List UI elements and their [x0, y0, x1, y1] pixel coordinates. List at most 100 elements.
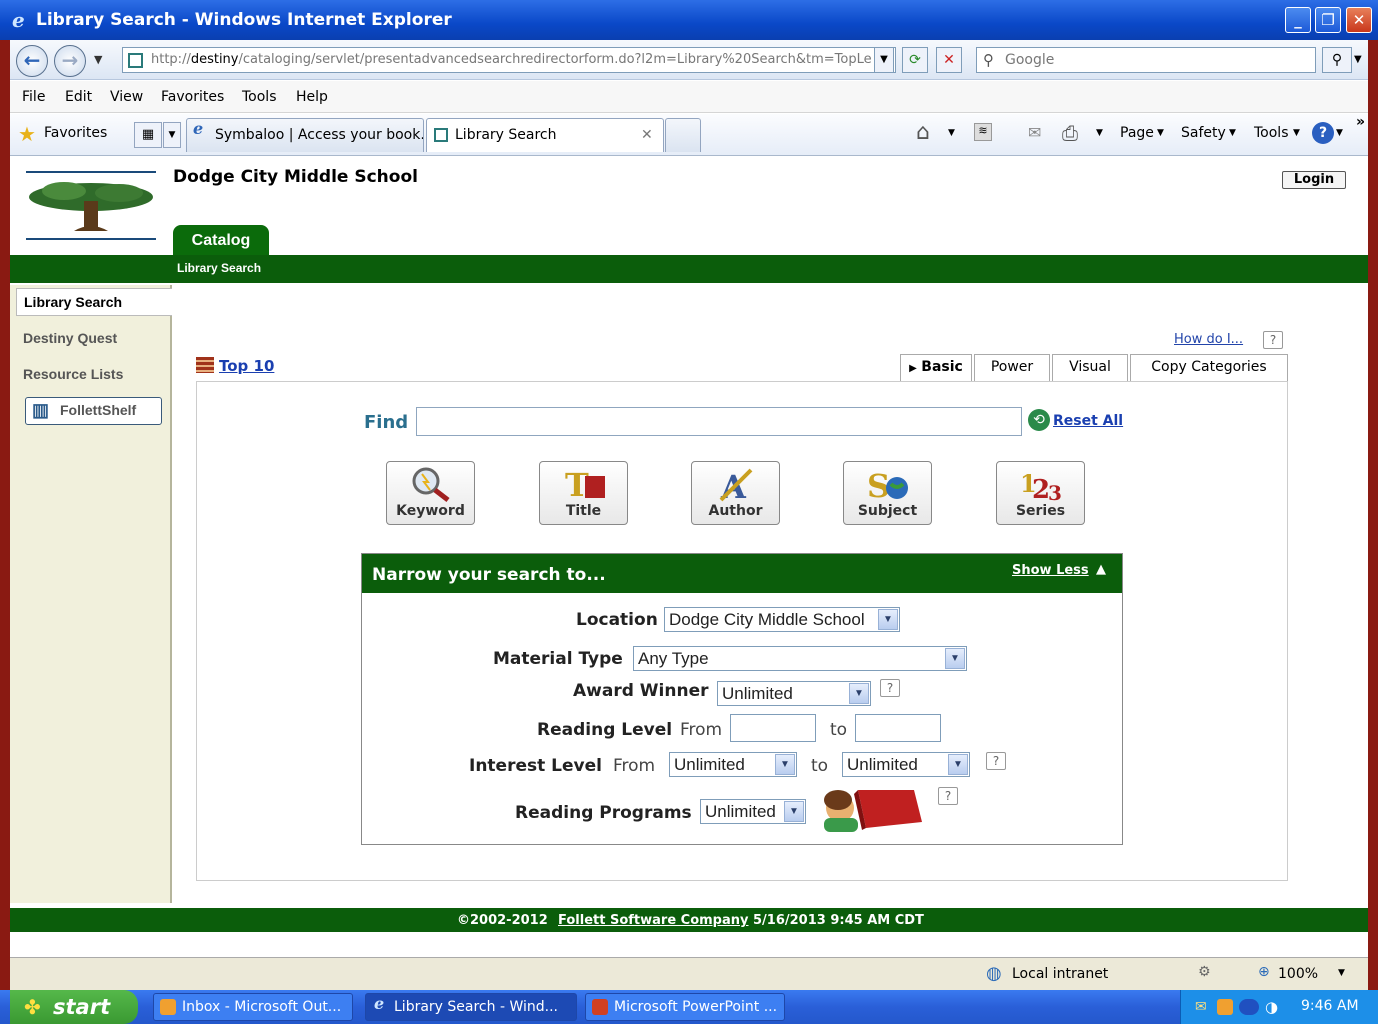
reading-programs-help-button[interactable]: ? — [938, 787, 958, 805]
print-icon[interactable]: ⎙ — [1062, 121, 1078, 145]
read-mail-icon[interactable]: ✉ — [1028, 123, 1041, 142]
minimize-button[interactable]: _ — [1285, 7, 1311, 33]
interest-level-to-select[interactable]: Unlimited ▼ — [842, 752, 970, 777]
location-label: Location — [576, 610, 658, 630]
tab-library-search[interactable]: Library Search ✕ — [426, 118, 664, 152]
protected-mode-icon[interactable]: ⚙ — [1198, 964, 1211, 980]
menu-tools[interactable]: Tools — [242, 89, 277, 105]
toolbar-overflow-icon[interactable]: » — [1356, 114, 1365, 130]
tools-menu-dropdown-icon[interactable]: ▼ — [1293, 128, 1300, 138]
close-tab-icon[interactable]: ✕ — [641, 119, 653, 151]
address-dropdown-button[interactable]: ▼ — [874, 47, 894, 73]
task-library-search[interactable]: e Library Search - Wind... — [365, 993, 577, 1021]
search-input[interactable]: ⚲ Google — [976, 47, 1316, 73]
close-button[interactable]: ✕ — [1346, 7, 1372, 33]
chevron-down-icon: ▼ — [945, 648, 965, 669]
interest-help-button[interactable]: ? — [986, 752, 1006, 770]
page-menu[interactable]: Page — [1120, 125, 1154, 141]
quick-tabs-icon[interactable]: ▦ — [134, 122, 162, 148]
search-go-button[interactable]: ⚲ — [1322, 47, 1352, 73]
material-type-select[interactable]: Any Type ▼ — [633, 646, 967, 671]
safety-menu-dropdown-icon[interactable]: ▼ — [1229, 128, 1236, 138]
tab-basic-label: Basic — [921, 359, 963, 375]
award-winner-select[interactable]: Unlimited ▼ — [717, 681, 871, 706]
task-powerpoint[interactable]: Microsoft PowerPoint ... — [585, 993, 785, 1021]
award-help-button[interactable]: ? — [880, 679, 900, 697]
school-tree-logo — [24, 169, 158, 243]
home-icon[interactable]: ⌂ — [916, 120, 930, 145]
stop-button[interactable]: ✕ — [936, 47, 962, 73]
tab-power[interactable]: Power — [974, 354, 1050, 381]
tab-copy-categories[interactable]: Copy Categories — [1130, 354, 1288, 381]
mail-tray-icon[interactable]: ✉ — [1195, 999, 1207, 1015]
zoom-level[interactable]: 100% — [1278, 966, 1318, 982]
subject-globe-icon: S — [867, 467, 908, 502]
outlook-tray-icon[interactable] — [1217, 999, 1233, 1015]
feeds-icon[interactable]: ≋ — [974, 123, 992, 141]
print-dropdown-icon[interactable]: ▼ — [1096, 128, 1103, 138]
start-button[interactable]: ✤ start — [10, 990, 138, 1024]
reading-level-from-input[interactable] — [730, 714, 816, 742]
favorites-button[interactable]: Favorites — [44, 125, 107, 141]
zoom-dropdown-icon[interactable]: ▼ — [1338, 968, 1345, 978]
zoom-icon[interactable]: ⊕ — [1258, 964, 1270, 980]
location-select[interactable]: Dodge City Middle School ▼ — [664, 607, 900, 632]
follett-link[interactable]: Follett Software Company — [558, 913, 749, 928]
menu-file[interactable]: File — [22, 89, 45, 105]
series-label: Series — [1015, 503, 1066, 519]
sidebar-item-destiny-quest[interactable]: Destiny Quest — [23, 330, 117, 346]
series-search-button[interactable]: 123 Series — [996, 461, 1085, 525]
subject-search-button[interactable]: S Subject — [843, 461, 932, 525]
network-tray-icon[interactable] — [1239, 999, 1259, 1015]
menu-edit[interactable]: Edit — [65, 89, 92, 105]
forward-button[interactable]: → — [54, 45, 86, 77]
help-button[interactable]: ? — [1263, 331, 1283, 349]
reading-programs-select[interactable]: Unlimited ▼ — [700, 799, 806, 824]
home-dropdown-icon[interactable]: ▼ — [948, 128, 955, 138]
page-menu-dropdown-icon[interactable]: ▼ — [1157, 128, 1164, 138]
help-icon[interactable]: ? — [1312, 122, 1334, 144]
restore-button[interactable]: ❐ — [1315, 7, 1341, 33]
collapse-arrow-icon[interactable]: ▲ — [1096, 562, 1106, 577]
tab-symbaloo[interactable]: e Symbaloo | Access your book... — [186, 118, 424, 152]
tab-catalog[interactable]: Catalog — [173, 225, 269, 257]
sidebar-item-follettshelf[interactable]: ▥ FollettShelf — [25, 397, 162, 425]
menu-help[interactable]: Help — [296, 89, 328, 105]
keyword-search-button[interactable]: Keyword — [386, 461, 475, 525]
author-search-button[interactable]: A Author — [691, 461, 780, 525]
history-dropdown-icon[interactable]: ▼ — [94, 53, 102, 66]
subnav-library-search[interactable]: Library Search — [177, 261, 261, 275]
top10-link[interactable]: Top 10 — [219, 357, 274, 375]
login-button[interactable]: Login — [1282, 171, 1346, 189]
reset-all-link[interactable]: Reset All — [1053, 413, 1123, 429]
subject-label: Subject — [857, 503, 918, 519]
tools-menu[interactable]: Tools — [1254, 125, 1289, 141]
status-bar: ◍ Local intranet ⚙ ⊕ 100% ▼ — [10, 957, 1368, 990]
find-input[interactable] — [416, 407, 1022, 436]
chevron-down-icon: ▼ — [948, 754, 968, 775]
tab-list-dropdown[interactable]: ▼ — [163, 122, 181, 148]
sidebar-item-library-search[interactable]: Library Search — [16, 288, 172, 316]
title-search-button[interactable]: T Title — [539, 461, 628, 525]
reading-level-to-input[interactable] — [855, 714, 941, 742]
location-value: Dodge City Middle School — [669, 610, 865, 629]
refresh-button[interactable]: ⟳ — [902, 47, 928, 73]
sidebar-item-resource-lists[interactable]: Resource Lists — [23, 366, 123, 382]
task-label: Inbox - Microsoft Out... — [182, 999, 342, 1015]
back-button[interactable]: ← — [16, 45, 48, 77]
task-outlook[interactable]: Inbox - Microsoft Out... — [153, 993, 353, 1021]
new-tab-button[interactable] — [665, 118, 701, 152]
help-dropdown-icon[interactable]: ▼ — [1336, 128, 1343, 138]
safety-menu[interactable]: Safety — [1181, 125, 1226, 141]
update-tray-icon[interactable]: ◑ — [1265, 998, 1278, 1016]
show-less-link[interactable]: Show Less — [1012, 563, 1089, 578]
menu-favorites[interactable]: Favorites — [161, 89, 224, 105]
window-title-bar: e Library Search - Windows Internet Expl… — [0, 0, 1378, 40]
interest-level-from-select[interactable]: Unlimited ▼ — [669, 752, 797, 777]
tab-visual[interactable]: Visual — [1052, 354, 1128, 381]
address-input[interactable]: http://destiny/cataloging/servlet/presen… — [122, 47, 896, 73]
tab-basic[interactable]: ▶ Basic — [900, 354, 972, 381]
search-options-icon[interactable]: ▼ — [1354, 54, 1362, 65]
menu-view[interactable]: View — [110, 89, 143, 105]
how-do-i-link[interactable]: How do I... — [1174, 332, 1243, 347]
